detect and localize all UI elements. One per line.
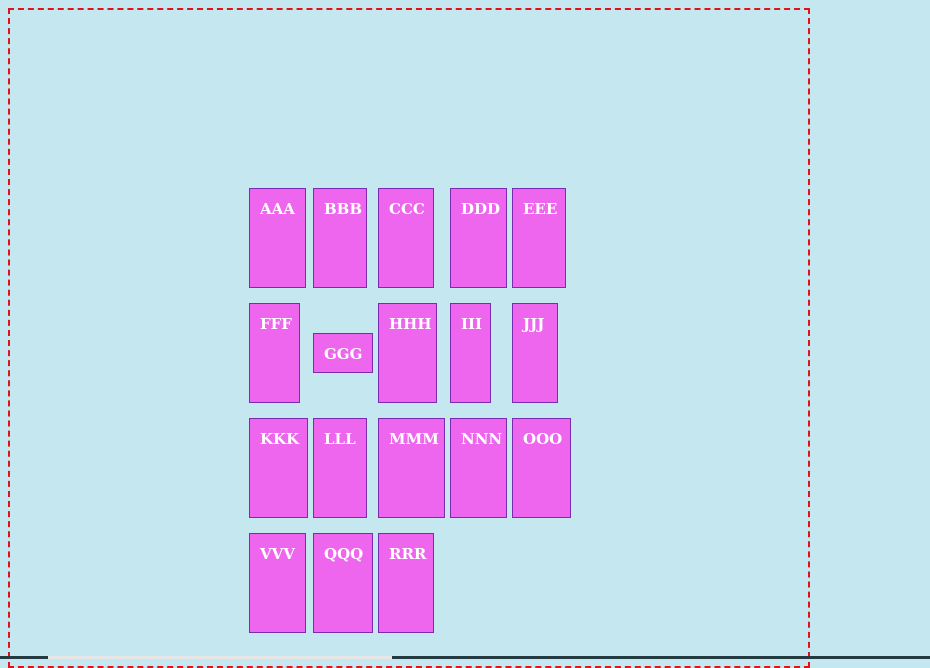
tile-nnn[interactable]: NNN bbox=[450, 418, 507, 518]
tile-bbb[interactable]: BBB bbox=[313, 188, 367, 288]
tile-aaa[interactable]: AAA bbox=[249, 188, 306, 288]
tile-vvv[interactable]: VVV bbox=[249, 533, 306, 633]
tile-ggg[interactable]: GGG bbox=[313, 333, 373, 373]
tile-fff[interactable]: FFF bbox=[249, 303, 300, 403]
tile-kkk[interactable]: KKK bbox=[249, 418, 308, 518]
tile-mmm[interactable]: MMM bbox=[378, 418, 445, 518]
tile-jjj[interactable]: JJJ bbox=[512, 303, 558, 403]
tile-ooo[interactable]: OOO bbox=[512, 418, 571, 518]
tile-ddd[interactable]: DDD bbox=[450, 188, 507, 288]
tile-iii[interactable]: III bbox=[450, 303, 491, 403]
tile-rrr[interactable]: RRR bbox=[378, 533, 434, 633]
tile-qqq[interactable]: QQQ bbox=[313, 533, 373, 633]
tile-ccc[interactable]: CCC bbox=[378, 188, 434, 288]
tile-hhh[interactable]: HHH bbox=[378, 303, 437, 403]
page-canvas: AAA BBB CCC DDD EEE FFF GGG HHH III JJJ … bbox=[0, 0, 930, 668]
tile-lll[interactable]: LLL bbox=[313, 418, 367, 518]
tile-eee[interactable]: EEE bbox=[512, 188, 566, 288]
